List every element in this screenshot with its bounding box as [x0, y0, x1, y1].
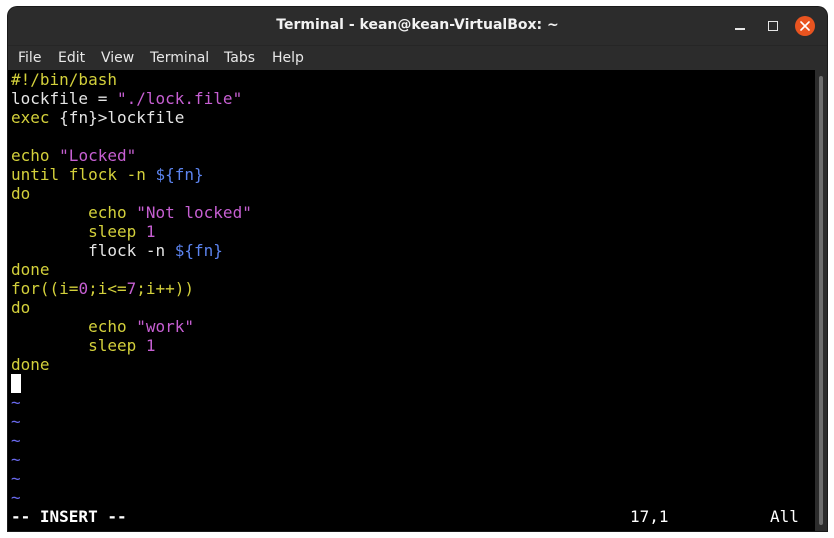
menu-view[interactable]: View — [101, 50, 134, 66]
scrollbar-thumb[interactable] — [819, 76, 823, 525]
terminal-content[interactable]: #!/bin/bash lockfile = "./lock.file" exe… — [8, 70, 815, 531]
title-bar[interactable]: Terminal - kean@kean-VirtualBox: ~ — [8, 7, 827, 45]
empty-line-marker: ~ — [11, 488, 21, 507]
menu-terminal[interactable]: Terminal — [150, 50, 209, 66]
code-line-2: lockfile = "./lock.file" — [11, 89, 243, 108]
scroll-position: All — [770, 507, 799, 526]
code-line-14: echo "work" — [11, 317, 195, 336]
code-line-6: until flock -n ${fn} — [11, 165, 204, 184]
empty-line-marker: ~ — [11, 450, 21, 469]
menu-tabs[interactable]: Tabs — [224, 50, 255, 66]
code-line-11: done — [11, 260, 50, 279]
close-button[interactable] — [795, 16, 815, 36]
code-line-16: done — [11, 355, 50, 374]
menu-edit[interactable]: Edit — [58, 50, 85, 66]
code-line-13: do — [11, 298, 31, 317]
scrollbar[interactable] — [815, 70, 827, 531]
code-line-15: sleep 1 — [11, 336, 156, 355]
code-line-12: for((i=0;i<=7;i++)) — [11, 279, 195, 298]
code-line-8: echo "Not locked" — [11, 203, 252, 222]
code-line-1: #!/bin/bash — [11, 70, 117, 89]
code-line-7: do — [11, 184, 31, 203]
code-line-5: echo "Locked" — [11, 146, 137, 165]
code-line-10: flock -n ${fn} — [11, 241, 223, 260]
terminal-window: Terminal - kean@kean-VirtualBox: ~ File … — [8, 7, 827, 531]
empty-line-marker: ~ — [11, 412, 21, 431]
menu-help[interactable]: Help — [272, 50, 304, 66]
cursor-position: 17,1 — [630, 507, 669, 526]
window-title: Terminal - kean@kean-VirtualBox: ~ — [276, 17, 559, 33]
empty-line-marker: ~ — [11, 393, 21, 412]
close-icon — [800, 21, 810, 31]
menu-bar: File Edit View Terminal Tabs Help — [8, 45, 827, 71]
vim-mode-indicator: -- INSERT -- — [11, 507, 127, 526]
code-line-3: exec {fn}>lockfile — [11, 108, 185, 127]
maximize-button[interactable] — [763, 16, 783, 36]
empty-line-marker: ~ — [11, 431, 21, 450]
text-cursor — [11, 374, 21, 393]
code-line-9: sleep 1 — [11, 222, 156, 241]
menu-file[interactable]: File — [18, 50, 41, 66]
minimize-button[interactable] — [730, 16, 750, 36]
empty-line-marker: ~ — [11, 469, 21, 488]
